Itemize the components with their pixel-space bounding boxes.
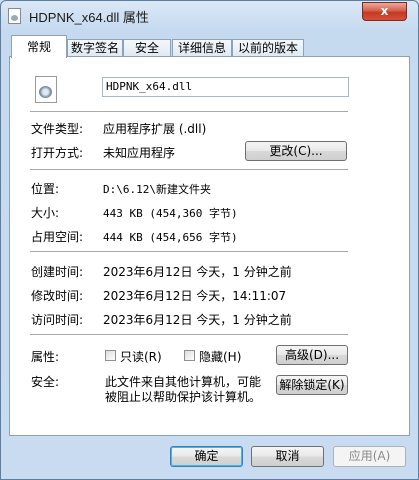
divider (30, 251, 348, 252)
opens-with-value: 未知应用程序 (103, 146, 176, 160)
properties-window: HDPNK_x64.dll 属性 x 常规 数字签名 安全 详细信息 以前的版本… (0, 0, 419, 480)
hidden-label[interactable]: 隐藏(H) (199, 348, 241, 365)
attributes-label: 属性: (31, 350, 60, 364)
readonly-label[interactable]: 只读(R) (120, 348, 162, 365)
location-value: D:\6.12\新建文件夹 (103, 183, 211, 196)
close-icon: x (380, 4, 389, 18)
tab-digital-signatures[interactable]: 数字签名 (67, 39, 123, 57)
close-button[interactable]: x (362, 2, 407, 21)
advanced-button[interactable]: 高级(D)... (276, 345, 348, 365)
unblock-button[interactable]: 解除锁定(K) (276, 375, 348, 395)
apply-button[interactable]: 应用(A) (333, 446, 406, 467)
size-on-disk-value: 444 KB (454,656 字节) (103, 231, 238, 244)
general-panel: HDPNK_x64.dll 文件类型: 应用程序扩展 (.dll) 打开方式: … (9, 56, 410, 436)
accessed-value: 2023年6月12日 今天，1 分钟之前 (103, 313, 292, 327)
readonly-checkbox[interactable] (105, 350, 116, 361)
tab-details[interactable]: 详细信息 (172, 39, 232, 57)
created-label: 创建时间: (31, 265, 84, 279)
divider (30, 111, 348, 112)
file-type-icon (35, 76, 57, 103)
size-value: 443 KB (454,360 字节) (103, 207, 238, 220)
modified-label: 修改时间: (31, 289, 84, 303)
window-title: HDPNK_x64.dll 属性 (29, 10, 149, 25)
opens-with-label: 打开方式: (31, 146, 84, 160)
divider (30, 334, 348, 335)
created-value: 2023年6月12日 今天，1 分钟之前 (103, 265, 292, 279)
tab-general[interactable]: 常规 (11, 35, 67, 58)
size-label: 大小: (31, 206, 60, 220)
dll-file-icon (8, 8, 21, 24)
file-type-value: 应用程序扩展 (.dll) (103, 122, 207, 136)
ok-button[interactable]: 确定 (170, 446, 243, 467)
cancel-button[interactable]: 取消 (251, 446, 324, 467)
location-label: 位置: (31, 182, 60, 196)
accessed-label: 访问时间: (31, 313, 84, 327)
filename-field[interactable]: HDPNK_x64.dll (102, 77, 349, 97)
security-label: 安全: (31, 375, 60, 389)
size-on-disk-label: 占用空间: (31, 230, 84, 244)
divider (30, 169, 348, 170)
security-text-line2: 被阻止以帮助保护该计算机。 (105, 390, 262, 404)
tab-previous-versions[interactable]: 以前的版本 (232, 39, 304, 57)
title-bar[interactable]: HDPNK_x64.dll 属性 x (1, 1, 418, 31)
hidden-checkbox[interactable] (184, 350, 195, 361)
change-button[interactable]: 更改(C)... (245, 141, 347, 161)
file-type-label: 文件类型: (31, 122, 84, 136)
modified-value: 2023年6月12日 今天，14:11:07 (103, 289, 287, 303)
tab-security[interactable]: 安全 (123, 39, 171, 57)
